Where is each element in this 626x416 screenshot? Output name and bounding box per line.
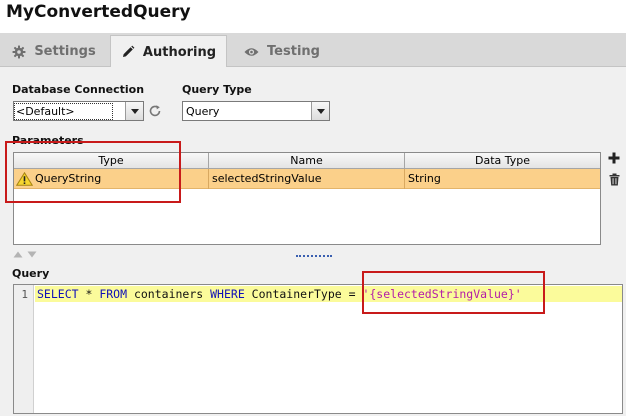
annotation-box-literal: [362, 271, 545, 314]
gear-icon: [12, 45, 26, 58]
move-down-icon[interactable]: [27, 251, 37, 258]
database-connection-label: Database Connection: [12, 83, 145, 96]
row-move-controls: [13, 251, 37, 258]
move-up-icon[interactable]: [13, 251, 23, 258]
keyword-where: WHERE: [210, 287, 245, 301]
column-header-name[interactable]: Name: [209, 153, 405, 169]
tab-testing[interactable]: Testing: [229, 36, 335, 67]
eye-icon: [244, 47, 259, 56]
tab-testing-label: Testing: [267, 44, 320, 59]
code-star: *: [78, 287, 100, 301]
chevron-down-icon[interactable]: [125, 102, 143, 120]
code-condition: ContainerType =: [244, 287, 363, 301]
splitter-handle[interactable]: [296, 255, 332, 257]
tab-settings-label: Settings: [34, 44, 96, 59]
keyword-from: FROM: [99, 287, 128, 301]
database-connection-select[interactable]: <Default>: [13, 101, 144, 121]
pencil-icon: [122, 45, 135, 57]
annotation-box-type: [5, 141, 181, 203]
database-connection-value: <Default>: [14, 103, 113, 120]
cell-name[interactable]: selectedStringValue: [209, 169, 405, 189]
line-number-gutter: 1: [14, 285, 34, 413]
trash-icon[interactable]: [609, 173, 620, 189]
tab-settings[interactable]: Settings: [0, 36, 108, 67]
chevron-down-icon[interactable]: [311, 102, 329, 120]
page-title: MyConvertedQuery: [6, 2, 191, 22]
tab-authoring[interactable]: Authoring: [110, 35, 227, 68]
refresh-icon[interactable]: [148, 104, 162, 121]
keyword-select: SELECT: [37, 287, 79, 301]
query-type-select[interactable]: Query: [182, 101, 330, 121]
query-label: Query: [12, 267, 50, 280]
add-parameter-icon[interactable]: [608, 152, 620, 167]
query-type-value: Query: [186, 105, 220, 118]
tab-bar: Settings Authoring Testing: [0, 33, 626, 68]
line-number: 1: [21, 288, 28, 301]
code-table: containers: [127, 287, 211, 301]
tab-authoring-label: Authoring: [142, 44, 217, 60]
column-header-data-type[interactable]: Data Type: [405, 153, 600, 169]
cell-data-type[interactable]: String: [405, 169, 600, 189]
query-type-label: Query Type: [182, 83, 252, 96]
